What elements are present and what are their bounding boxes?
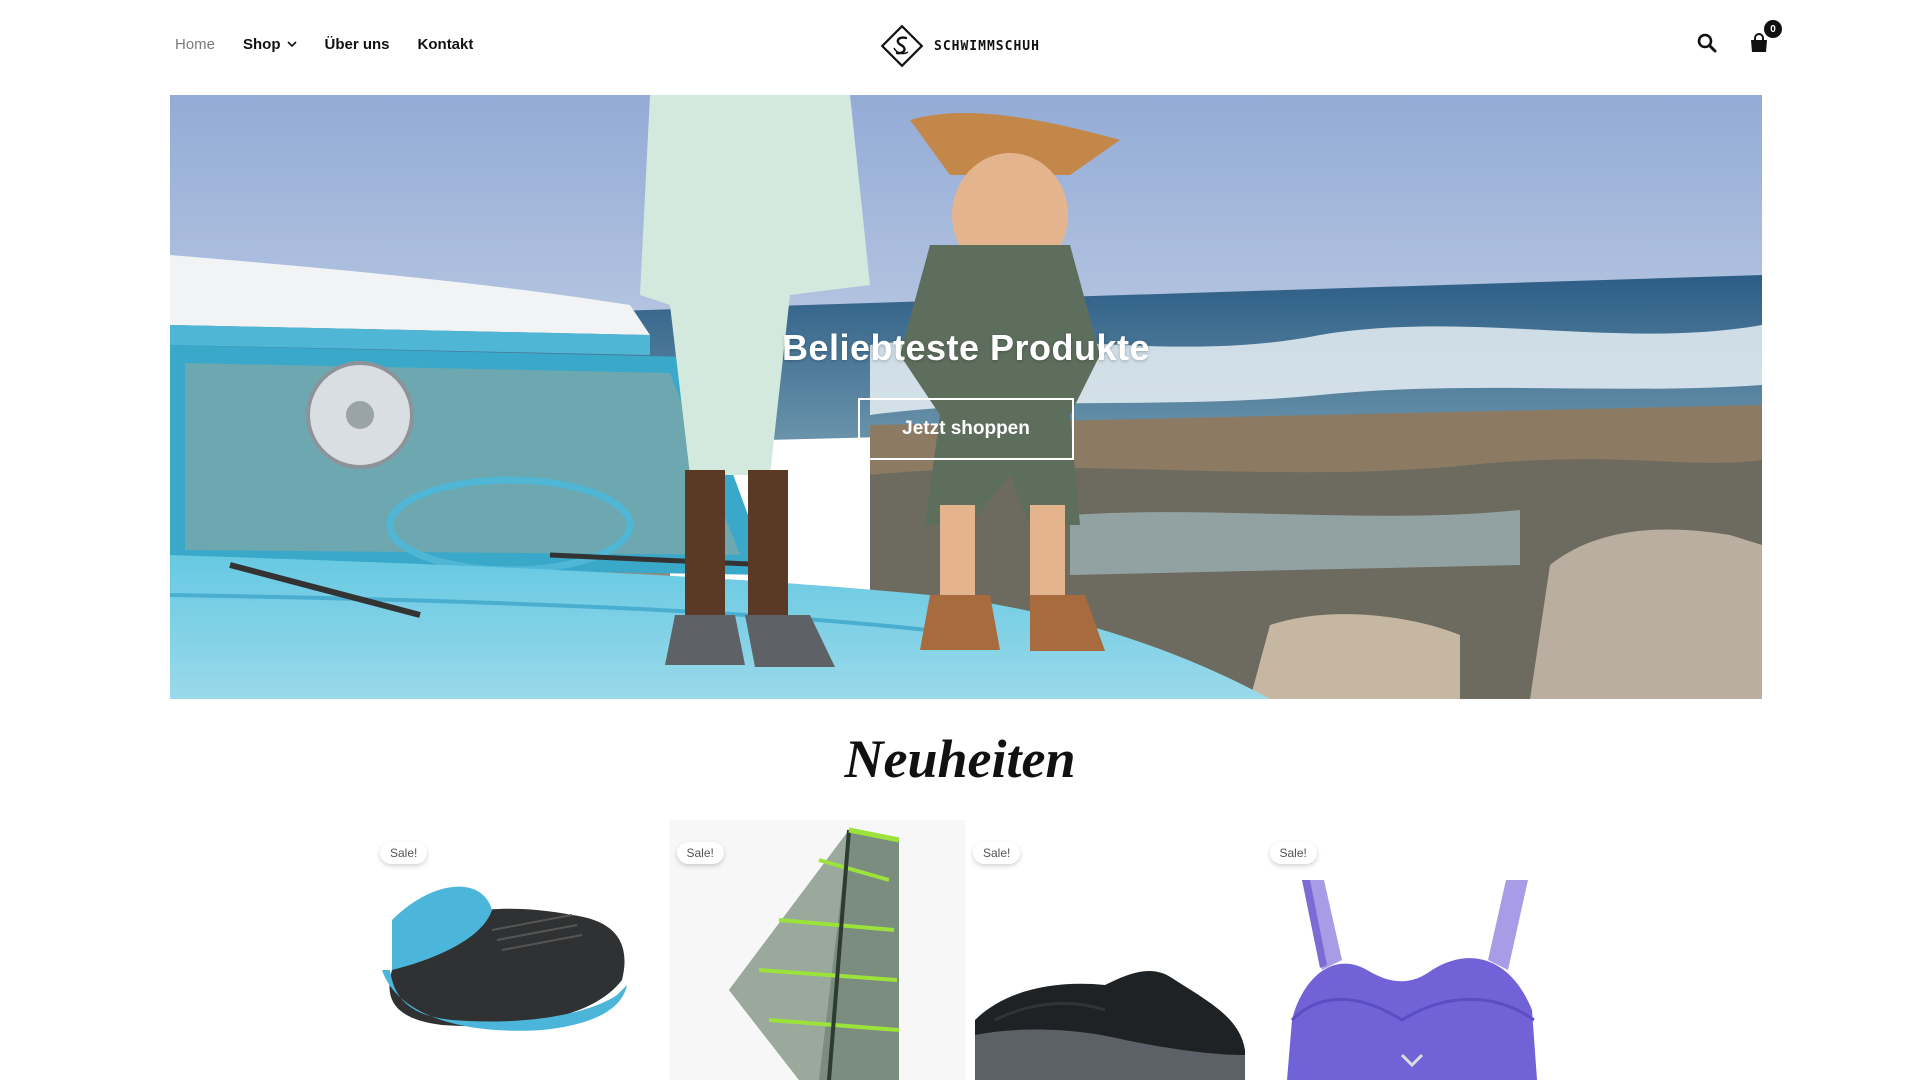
sale-badge: Sale! [1269,842,1317,864]
product-card[interactable]: Sale! [668,820,965,1080]
chevron-down-icon [286,40,297,51]
cart-icon[interactable]: 0 [1748,20,1782,54]
nav-contact[interactable]: Kontakt [418,36,474,53]
shop-now-button[interactable]: Jetzt shoppen [858,398,1074,460]
nav-shop-label: Shop [243,36,281,53]
product-grid: Sale! Sale! Sale! Sale! [372,820,1558,1080]
main-nav: Home Shop Über uns Kontakt [175,36,473,53]
logo-mark-icon [878,22,926,70]
logo-text: SCHWIMMSCHUH [934,38,1040,54]
nav-shop[interactable]: Shop [243,36,297,53]
section-title: Neuheiten [844,729,1076,789]
hero-image [170,95,1762,699]
hero-title: Beliebteste Produkte [781,327,1151,368]
nav-home[interactable]: Home [175,36,215,53]
sale-badge: Sale! [380,842,428,864]
sale-badge: Sale! [973,842,1021,864]
site-logo[interactable]: SCHWIMMSCHUH [878,22,1040,70]
cart-count-badge: 0 [1764,20,1782,38]
product-card[interactable]: Sale! [372,820,669,1080]
header-icons: 0 [1696,20,1782,54]
product-card[interactable]: Sale! [1262,820,1559,1080]
hero-banner: Beliebteste Produkte Jetzt shoppen [170,95,1762,699]
nav-about[interactable]: Über uns [325,36,390,53]
search-icon[interactable] [1696,32,1718,54]
sale-badge: Sale! [676,842,724,864]
site-header: Home Shop Über uns Kontakt SCHWIMMSCHUH [0,0,1920,95]
product-card[interactable]: Sale! [965,820,1262,1080]
